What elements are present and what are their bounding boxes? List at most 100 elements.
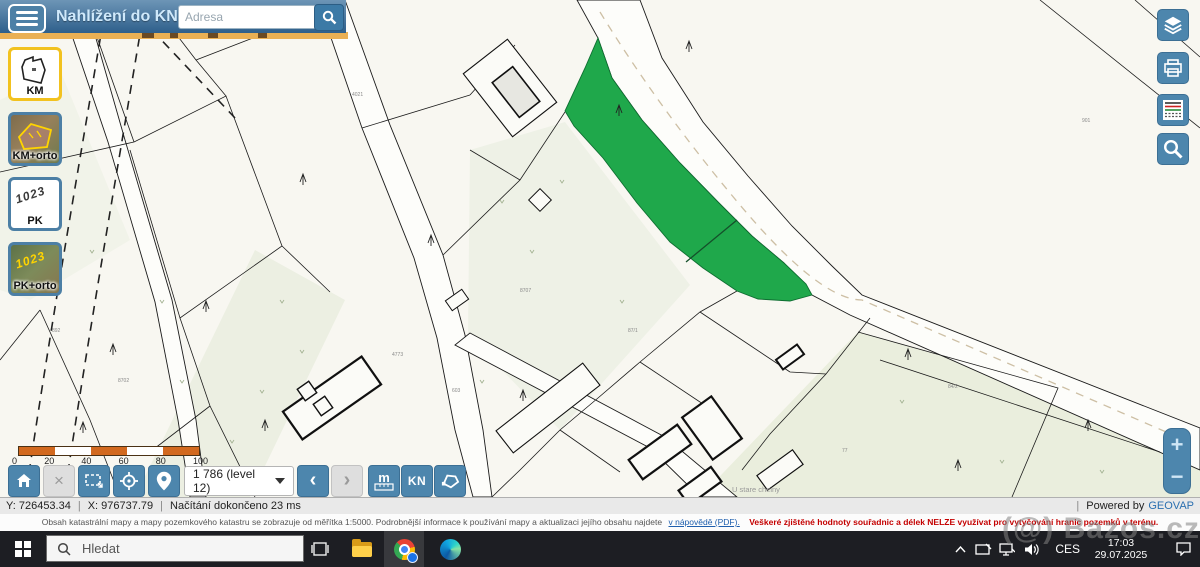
info-bar: Obsah katastrální mapy a mapy pozemkovéh… <box>0 514 1200 531</box>
tablet-pen-icon <box>975 543 992 555</box>
address-search-button[interactable] <box>314 4 344 31</box>
page-title: Nahlížení do KN <box>56 0 178 33</box>
folder-icon <box>352 542 372 557</box>
taskbar-search-input[interactable] <box>80 540 284 557</box>
tablet-tray-button[interactable] <box>971 543 995 555</box>
map-search-tool-button[interactable] <box>1157 133 1189 165</box>
zoom-control: + − <box>1163 428 1191 494</box>
chevron-up-icon <box>955 546 966 553</box>
history-forward-button[interactable]: › <box>331 465 363 497</box>
kn-info-button[interactable]: KN <box>401 465 433 497</box>
zoom-out-button[interactable]: − <box>1164 461 1190 493</box>
polygon-lasso-icon <box>440 472 460 490</box>
separator: | <box>1076 500 1079 512</box>
help-pdf-link[interactable]: v nápovědě (PDF). <box>668 517 739 527</box>
layers-icon <box>1162 14 1184 36</box>
warning-text: Veškeré zjištěné hodnoty souřadnic a dél… <box>749 517 1158 527</box>
edge-button[interactable] <box>430 531 470 567</box>
network-display-icon <box>999 543 1015 556</box>
layers-tool-button[interactable] <box>1157 9 1189 41</box>
layer-button-label: PK <box>11 215 59 228</box>
file-explorer-button[interactable] <box>342 531 382 567</box>
area-label: U stare cheiny <box>732 485 780 494</box>
print-tool-button[interactable] <box>1157 52 1189 84</box>
scale-bar <box>18 446 200 456</box>
layer-button-pk-orto[interactable]: 1023 PK+orto <box>8 242 62 296</box>
svg-text:84/2: 84/2 <box>948 384 958 390</box>
svg-text:77: 77 <box>842 448 848 454</box>
zoom-in-button[interactable]: + <box>1164 429 1190 461</box>
search-icon <box>57 542 71 556</box>
chevron-down-icon <box>275 478 285 484</box>
windows-logo-icon <box>15 541 31 557</box>
map-pin-icon <box>156 471 172 491</box>
svg-text:4773: 4773 <box>392 352 403 358</box>
separator: | <box>160 500 163 512</box>
legend-icon <box>1162 99 1184 121</box>
separator: | <box>78 500 81 512</box>
clock-time: 17:03 <box>1090 537 1152 549</box>
svg-text:8702: 8702 <box>118 378 129 384</box>
x-coordinate: X: 976737.79 <box>88 500 153 512</box>
volume-tray-button[interactable] <box>1019 543 1045 556</box>
print-icon <box>1163 58 1183 78</box>
history-back-button[interactable]: ‹ <box>297 465 329 497</box>
legend-tool-button[interactable] <box>1157 94 1189 126</box>
edge-icon <box>440 539 461 560</box>
map-scale-select[interactable]: 1 786 (level 12) <box>184 466 294 496</box>
app-header: Nahlížení do KN <box>0 0 346 33</box>
geovap-link[interactable]: GEOVAP <box>1148 500 1194 512</box>
layer-button-km-orto[interactable]: KM+orto <box>8 112 62 166</box>
chevron-left-icon: ‹ <box>310 470 317 493</box>
svg-text:4021: 4021 <box>352 92 363 98</box>
polygon-select-button[interactable] <box>434 465 466 497</box>
chrome-button[interactable] <box>384 531 424 567</box>
screen: 8707 4773 603 87/1 892 8702 4021 84/2 90… <box>0 0 1200 567</box>
info-text: Obsah katastrální mapy a mapy pozemkovéh… <box>42 517 662 527</box>
scale-bar-labels: 020 4060 80100 <box>12 456 208 466</box>
measure-icon: m <box>378 472 390 483</box>
clock-date: 29.07.2025 <box>1090 549 1152 561</box>
measure-button[interactable]: m <box>368 465 400 497</box>
cadastral-map[interactable]: 8707 4773 603 87/1 892 8702 4021 84/2 90… <box>0 0 1200 497</box>
chrome-profile-badge <box>407 552 418 563</box>
zoom-extent-button[interactable] <box>78 465 110 497</box>
svg-text:892: 892 <box>52 328 61 334</box>
layer-button-km[interactable]: KM <box>8 47 62 101</box>
svg-text:901: 901 <box>1082 118 1091 124</box>
close-icon: × <box>54 471 64 491</box>
ruler-icon <box>374 483 394 491</box>
task-view-button[interactable] <box>300 531 340 567</box>
kn-label: KN <box>408 474 426 488</box>
task-view-icon <box>311 541 329 557</box>
language-indicator[interactable]: CES <box>1055 542 1080 556</box>
action-center-icon <box>1176 542 1191 556</box>
pk-orto-thumbnail-text: 1023 <box>14 249 48 272</box>
show-hidden-icons-button[interactable] <box>949 546 971 553</box>
location-pin-button[interactable] <box>148 465 180 497</box>
cancel-selection-button[interactable]: × <box>43 465 75 497</box>
home-button[interactable] <box>8 465 40 497</box>
menu-button[interactable] <box>8 4 46 33</box>
layer-button-pk[interactable]: 1023 PK <box>8 177 62 231</box>
svg-text:603: 603 <box>452 388 461 394</box>
svg-text:8707: 8707 <box>520 288 531 294</box>
search-icon <box>322 10 337 25</box>
taskbar-clock[interactable]: 17:03 29.07.2025 <box>1090 537 1152 561</box>
map-orange-strip <box>0 32 348 39</box>
start-button[interactable] <box>0 531 46 567</box>
layer-button-label: KM+orto <box>11 150 59 163</box>
status-bar: Y: 726453.34 | X: 976737.79 | Načítání d… <box>0 497 1200 514</box>
powered-by-text: Powered by <box>1086 500 1144 512</box>
chevron-right-icon: › <box>344 470 351 493</box>
action-center-button[interactable] <box>1166 542 1200 556</box>
taskbar-search-box[interactable] <box>46 535 304 562</box>
center-position-button[interactable] <box>113 465 145 497</box>
speaker-icon <box>1024 543 1040 556</box>
address-input[interactable] <box>178 5 318 29</box>
pk-thumbnail-text: 1023 <box>14 184 48 207</box>
windows-taskbar: CES 17:03 29.07.2025 <box>0 531 1200 567</box>
network-tray-button[interactable] <box>995 543 1019 556</box>
search-icon <box>1162 138 1184 160</box>
system-tray: CES 17:03 29.07.2025 <box>949 531 1200 567</box>
